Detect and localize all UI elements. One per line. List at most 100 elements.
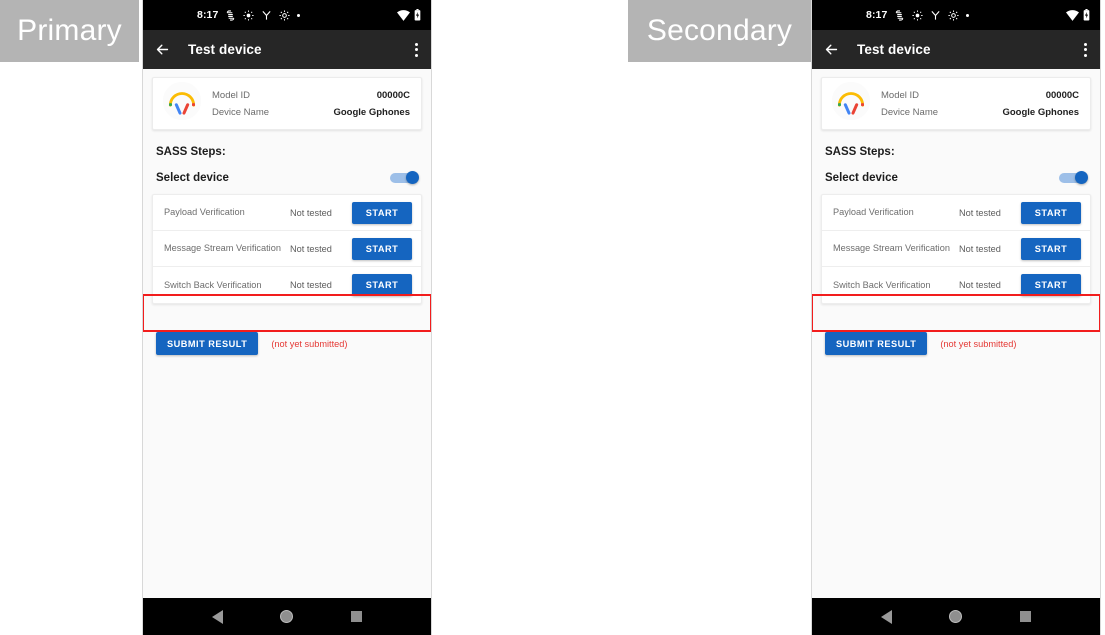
sync-disabled-icon: [225, 9, 236, 21]
start-button[interactable]: START: [1021, 237, 1081, 260]
app-bar-title: Test device: [188, 42, 262, 57]
secondary-phone-screen: 8:17 Test device Model ID 00000C Device …: [811, 0, 1101, 635]
overflow-menu-icon[interactable]: [1084, 42, 1087, 57]
device-info-row: Device Name Google Gphones: [212, 104, 410, 121]
select-device-label: Select device: [825, 171, 898, 184]
secondary-label-text: Secondary: [646, 14, 793, 47]
submit-row: SUBMIT RESULT (not yet submitted): [156, 332, 431, 355]
table-row: Message Stream Verification Not tested S…: [153, 231, 421, 267]
step-name: Message Stream Verification: [833, 243, 950, 253]
screenshot-root: Primary Secondary 8:17 Test device Model…: [0, 0, 1105, 635]
model-id-value: 00000C: [376, 89, 410, 101]
back-arrow-icon[interactable]: [823, 41, 840, 58]
model-id-value: 00000C: [1045, 89, 1079, 101]
wifi-icon: [397, 9, 410, 21]
select-device-row: Select device: [825, 171, 1088, 184]
submit-row: SUBMIT RESULT (not yet submitted): [825, 332, 1100, 355]
device-info-row: Device Name Google Gphones: [881, 104, 1079, 121]
start-button[interactable]: START: [352, 201, 412, 224]
nav-home-icon[interactable]: [280, 610, 294, 623]
submit-result-button[interactable]: SUBMIT RESULT: [156, 332, 259, 355]
step-status: Not tested: [290, 280, 332, 290]
vpn-key-icon: [930, 10, 941, 21]
nav-back-icon[interactable]: [880, 609, 892, 624]
model-id-label: Model ID: [881, 89, 920, 101]
table-row: Switch Back Verification Not tested STAR…: [153, 267, 421, 303]
sass-steps-card: Payload Verification Not tested START Me…: [821, 194, 1091, 304]
select-device-toggle[interactable]: [1059, 171, 1088, 184]
toggle-thumb: [1075, 171, 1088, 184]
dot-icon: [297, 13, 301, 17]
model-id-label: Model ID: [212, 89, 251, 101]
table-row: Payload Verification Not tested START: [153, 195, 421, 231]
start-button[interactable]: START: [1021, 274, 1081, 296]
battery-icon: [1083, 9, 1090, 21]
status-bar-right: [397, 0, 421, 30]
status-bar-right: [1066, 0, 1090, 30]
android-nav-bar: [143, 598, 431, 635]
back-arrow-icon[interactable]: [154, 41, 171, 58]
app-bar: Test device: [143, 30, 431, 69]
select-device-toggle[interactable]: [390, 171, 419, 184]
step-name: Switch Back Verification: [164, 279, 262, 290]
nav-back-icon[interactable]: [211, 609, 223, 624]
brightness-icon: [912, 9, 923, 21]
overflow-menu-icon[interactable]: [415, 42, 418, 57]
device-info-card: Model ID 00000C Device Name Google Gphon…: [152, 77, 422, 130]
select-device-row: Select device: [156, 171, 419, 184]
status-time: 8:17: [866, 9, 888, 21]
app-bar-title: Test device: [857, 42, 931, 57]
nav-home-icon[interactable]: [949, 610, 963, 623]
settings-gear-icon: [279, 9, 290, 21]
vpn-key-icon: [261, 10, 272, 21]
table-row: Switch Back Verification Not tested STAR…: [822, 267, 1090, 303]
step-status: Not tested: [290, 243, 332, 254]
headphones-icon: [831, 81, 871, 126]
device-name-label: Device Name: [212, 106, 270, 118]
start-button[interactable]: START: [352, 237, 412, 260]
table-row: Payload Verification Not tested START: [822, 195, 1090, 231]
device-name-value: Google Gphones: [333, 106, 410, 118]
table-row: Message Stream Verification Not tested S…: [822, 231, 1090, 267]
step-name: Message Stream Verification: [164, 243, 281, 253]
step-name: Payload Verification: [164, 207, 245, 217]
submit-result-button[interactable]: SUBMIT RESULT: [825, 332, 928, 355]
start-button[interactable]: START: [352, 274, 412, 296]
settings-gear-icon: [948, 9, 959, 21]
sync-disabled-icon: [894, 9, 905, 21]
primary-phone-screen: 8:17 Test device Model ID 00000C Device …: [142, 0, 432, 635]
start-button[interactable]: START: [1021, 201, 1081, 224]
primary-label-text: Primary: [17, 14, 122, 47]
step-status: Not tested: [959, 280, 1001, 290]
step-status: Not tested: [290, 207, 332, 218]
nav-recents-icon[interactable]: [351, 611, 363, 622]
status-bar-left: 8:17: [197, 9, 301, 21]
secondary-label: Secondary: [628, 0, 811, 62]
sass-steps-title: SASS Steps:: [156, 146, 226, 158]
device-name-label: Device Name: [881, 106, 939, 118]
step-name: Payload Verification: [833, 207, 914, 217]
select-device-label: Select device: [156, 171, 229, 184]
submit-status-note: (not yet submitted): [940, 338, 1017, 349]
step-status: Not tested: [959, 207, 1001, 218]
primary-label: Primary: [0, 0, 139, 62]
nav-recents-icon[interactable]: [1020, 611, 1032, 622]
wifi-icon: [1066, 9, 1079, 21]
battery-icon: [414, 9, 421, 21]
device-info-rows: Model ID 00000C Device Name Google Gphon…: [212, 87, 410, 121]
submit-status-note: (not yet submitted): [271, 338, 348, 349]
step-status: Not tested: [959, 243, 1001, 254]
device-info-rows: Model ID 00000C Device Name Google Gphon…: [881, 87, 1079, 121]
status-bar-left: 8:17: [866, 9, 970, 21]
headphones-icon: [162, 81, 202, 126]
toggle-thumb: [406, 171, 419, 184]
android-nav-bar: [812, 598, 1100, 635]
status-bar: 8:17: [812, 0, 1100, 30]
device-info-row: Model ID 00000C: [212, 87, 410, 104]
step-name: Switch Back Verification: [833, 279, 931, 290]
dot-icon: [966, 13, 970, 17]
sass-steps-card: Payload Verification Not tested START Me…: [152, 194, 422, 304]
device-name-value: Google Gphones: [1002, 106, 1079, 118]
brightness-icon: [243, 9, 254, 21]
device-info-row: Model ID 00000C: [881, 87, 1079, 104]
